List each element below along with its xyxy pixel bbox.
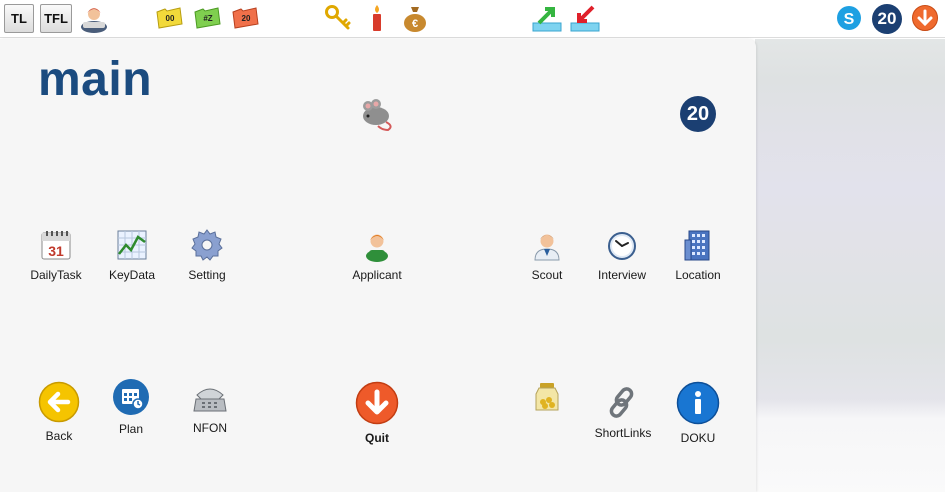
doctor-icon bbox=[534, 234, 560, 261]
nfon-label: NFON bbox=[193, 421, 227, 435]
location-button[interactable]: Location bbox=[666, 228, 730, 282]
interview-button[interactable]: Interview bbox=[590, 228, 654, 282]
dailytask-label: DailyTask bbox=[30, 268, 82, 282]
tl-button[interactable]: TL bbox=[4, 4, 34, 33]
plan-button[interactable]: Plan bbox=[99, 378, 163, 436]
page-title: main bbox=[38, 53, 153, 106]
back-arrow-icon bbox=[38, 381, 80, 423]
back-button[interactable]: Back bbox=[27, 381, 91, 443]
folder-z-label: #Z bbox=[203, 14, 212, 23]
folder-20-icon[interactable]: 20 bbox=[231, 3, 259, 33]
keydata-label: KeyData bbox=[108, 268, 156, 282]
gear-icon bbox=[191, 229, 223, 261]
svg-text:€: € bbox=[412, 18, 418, 30]
building-icon bbox=[684, 230, 710, 261]
person-icon bbox=[366, 234, 388, 262]
coin-jar-icon[interactable] bbox=[530, 380, 564, 414]
chart-icon bbox=[117, 230, 147, 260]
svg-text:S: S bbox=[844, 11, 855, 28]
quit-label: Quit bbox=[365, 431, 389, 445]
nfon-button[interactable]: NFON bbox=[178, 381, 242, 435]
svg-text:31: 31 bbox=[48, 243, 64, 259]
key-icon[interactable] bbox=[324, 3, 352, 33]
keydata-button[interactable]: KeyData bbox=[100, 228, 164, 282]
applicant-button[interactable]: Applicant bbox=[345, 228, 409, 282]
folder-20-label: 20 bbox=[242, 14, 251, 23]
toolbar: TL TFL 00 #Z 20 € S 20 bbox=[0, 0, 945, 38]
export-icon[interactable] bbox=[530, 3, 564, 33]
clock-icon bbox=[608, 232, 636, 260]
folder-00-label: 00 bbox=[166, 14, 175, 23]
chain-icon bbox=[609, 387, 634, 418]
quit-icon bbox=[355, 381, 399, 425]
interview-label: Interview bbox=[597, 268, 647, 282]
doku-label: DOKU bbox=[680, 431, 716, 445]
tfl-button[interactable]: TFL bbox=[40, 4, 72, 33]
setting-button[interactable]: Setting bbox=[175, 228, 239, 282]
phone-icon bbox=[193, 388, 227, 412]
folder-00-icon[interactable]: 00 bbox=[155, 3, 183, 33]
info-icon bbox=[676, 381, 720, 425]
toolbar-count-badge[interactable]: 20 bbox=[872, 4, 902, 34]
setting-label: Setting bbox=[188, 268, 226, 282]
shortlinks-label: ShortLinks bbox=[594, 426, 652, 440]
calendar-icon: 31 bbox=[41, 231, 71, 260]
dailytask-button[interactable]: 31 DailyTask bbox=[24, 228, 88, 282]
scout-label: Scout bbox=[531, 268, 563, 282]
folder-z-icon[interactable]: #Z bbox=[193, 3, 221, 33]
shortlinks-button[interactable]: ShortLinks bbox=[588, 384, 658, 440]
plan-label: Plan bbox=[118, 422, 144, 436]
background-area bbox=[755, 39, 945, 492]
planner-icon bbox=[113, 379, 149, 415]
mouse-icon[interactable] bbox=[358, 94, 396, 132]
down-arrow-icon[interactable] bbox=[910, 3, 940, 33]
candle-icon[interactable] bbox=[364, 3, 390, 33]
skype-icon[interactable]: S bbox=[836, 3, 862, 33]
main-count-badge[interactable]: 20 bbox=[680, 96, 716, 132]
users-icon[interactable] bbox=[79, 3, 109, 33]
import-icon[interactable] bbox=[568, 3, 602, 33]
applicant-label: Applicant bbox=[352, 268, 402, 282]
money-bag-icon[interactable]: € bbox=[400, 3, 430, 33]
scout-button[interactable]: Scout bbox=[515, 228, 579, 282]
back-label: Back bbox=[45, 429, 73, 443]
doku-button[interactable]: DOKU bbox=[666, 381, 730, 445]
quit-button[interactable]: Quit bbox=[345, 381, 409, 445]
location-label: Location bbox=[675, 268, 721, 282]
